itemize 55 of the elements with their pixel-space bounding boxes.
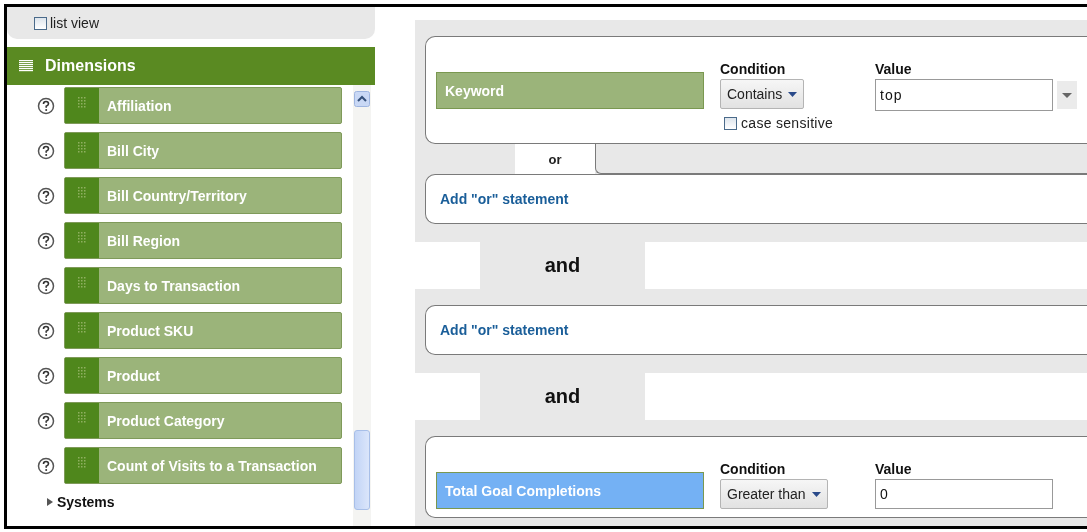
dimension-chip[interactable]: Keyword (436, 72, 704, 109)
dimension-item[interactable]: Product (64, 357, 342, 394)
scroll-thumb[interactable] (354, 430, 370, 510)
list-view-label: list view (50, 15, 99, 31)
help-icon[interactable] (37, 367, 55, 385)
add-or-statement-link[interactable]: Add "or" statement (440, 322, 569, 338)
value-field[interactable]: 0 (875, 479, 1053, 509)
and-label: and (544, 385, 581, 408)
help-icon[interactable] (37, 232, 55, 250)
grip-icon (78, 142, 86, 154)
dimension-chip[interactable]: Total Goal Completions (436, 472, 704, 509)
dimensions-title: Dimensions (45, 57, 136, 75)
help-icon[interactable] (37, 142, 55, 160)
grip-icon (78, 367, 86, 379)
condition-dropdown[interactable]: Contains (720, 79, 805, 109)
condition-label: Condition (720, 61, 787, 77)
grip-icon (78, 232, 86, 244)
grip-icon (78, 97, 86, 109)
help-icon[interactable] (37, 412, 55, 430)
caret-icon (788, 91, 798, 97)
value-field[interactable]: top (875, 79, 1053, 111)
menu-icon (19, 60, 33, 72)
grip-icon (78, 322, 86, 334)
scroll-up-icon[interactable] (354, 91, 370, 107)
and-label: and (544, 254, 581, 277)
dimension-item[interactable]: Bill Region (64, 222, 342, 259)
help-icon[interactable] (37, 187, 55, 205)
case-sensitive-checkbox[interactable] (724, 116, 737, 130)
help-icon[interactable] (37, 97, 55, 115)
grip-icon (78, 412, 86, 424)
dimension-item[interactable]: Count of Visits to a Transaction (64, 447, 342, 484)
help-icon[interactable] (37, 322, 55, 340)
value-label: Value (875, 61, 913, 77)
help-icon[interactable] (37, 277, 55, 295)
condition-dropdown[interactable]: Greater than (720, 479, 828, 509)
dimension-item[interactable]: Bill City (64, 132, 342, 169)
list-view-checkbox[interactable] (34, 16, 47, 30)
grip-icon (78, 457, 86, 469)
caret-icon (811, 491, 821, 497)
dimensions-header[interactable]: Dimensions (7, 47, 375, 85)
dimension-item[interactable]: Product Category (64, 402, 342, 439)
grip-icon (78, 187, 86, 199)
condition-label: Condition (720, 461, 787, 477)
case-sensitive-label: case sensitive (741, 115, 834, 131)
dimension-item[interactable]: Bill Country/Territory (64, 177, 342, 214)
help-icon[interactable] (37, 457, 55, 475)
scrollbar[interactable] (353, 85, 371, 526)
grip-icon (78, 277, 86, 289)
dimension-item[interactable]: Product SKU (64, 312, 342, 349)
value-label: Value (875, 461, 913, 477)
or-label: or (548, 151, 562, 167)
add-or-statement-link[interactable]: Add "or" statement (440, 191, 569, 207)
dimension-item[interactable]: Days to Transaction (64, 267, 342, 304)
expand-arrow-icon (47, 498, 53, 506)
dimension-item[interactable]: Affiliation (64, 87, 342, 124)
